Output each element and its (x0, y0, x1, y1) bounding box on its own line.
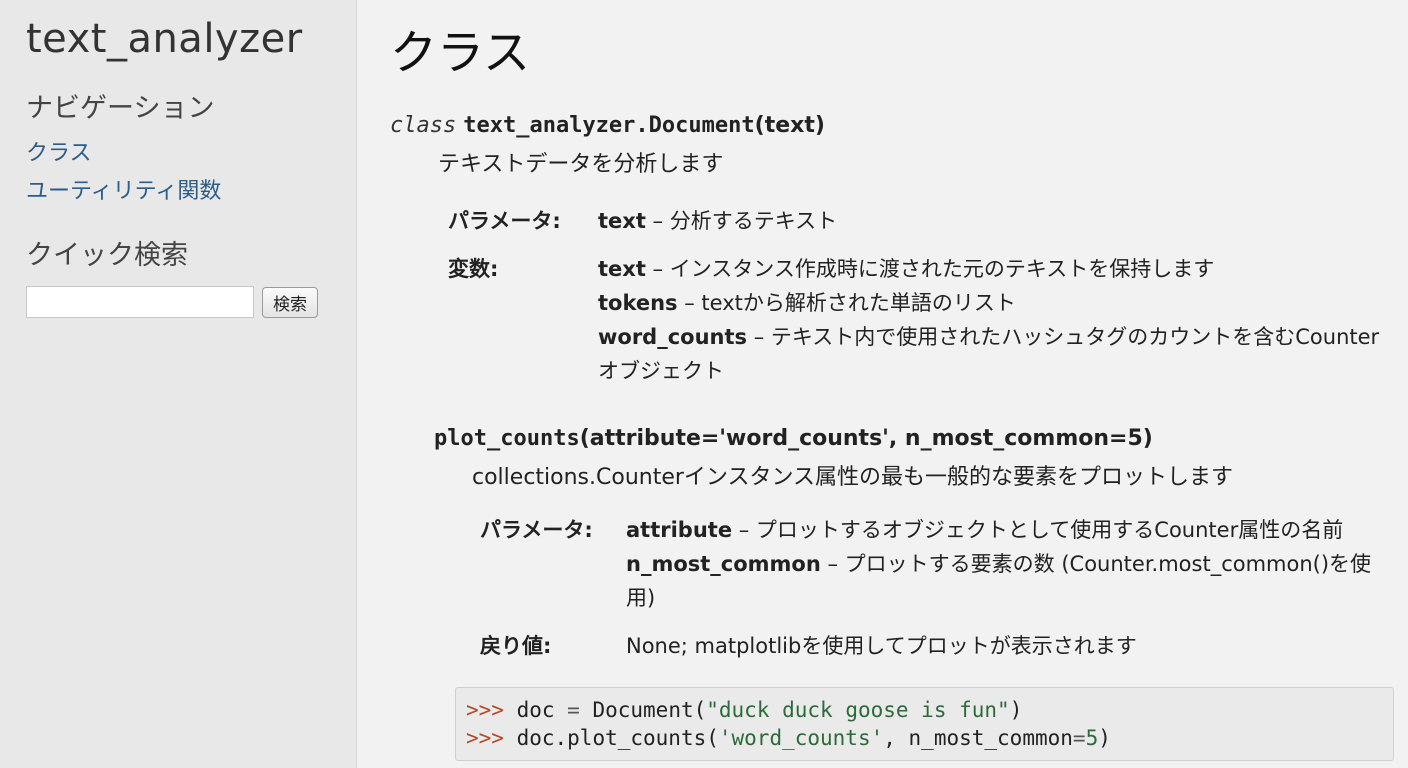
method-signature: plot_counts(attribute='word_counts', n_m… (434, 426, 1408, 451)
method-args: (attribute='word_counts', n_most_common=… (579, 426, 1153, 451)
vars-label: 変数: (448, 257, 499, 281)
method-params-label: パラメータ: (480, 518, 593, 542)
search-input[interactable] (26, 286, 254, 318)
nav-heading: ナビゲーション (26, 93, 215, 124)
method-description: collections.Counterインスタンス属性の最も一般的な要素をプロッ… (472, 465, 1234, 490)
class-keyword: class (390, 113, 457, 138)
code-text: ) (1098, 726, 1111, 750)
code-string: "duck duck goose is fun" (706, 698, 1010, 722)
code-prompt: >>> (466, 726, 504, 750)
var-item: tokens – textから解析された単語のリスト (598, 286, 1388, 320)
method-plot-counts: plot_counts(attribute='word_counts', n_m… (434, 426, 1408, 663)
var-name: word_counts (598, 325, 748, 349)
code-line: >>> doc = Document("duck duck goose is f… (466, 698, 1022, 722)
code-text: , n_most_common (883, 726, 1073, 750)
param-desc: – 分析するテキスト (645, 209, 838, 233)
var-desc: – インスタンス作成時に渡された元のテキストを保持します (645, 257, 1215, 281)
param-item: attribute – プロットするオブジェクトとして使用するCounter属性… (626, 513, 1384, 547)
code-line: >>> doc.plot_counts('word_counts', n_mos… (466, 726, 1111, 750)
var-item: text – インスタンス作成時に渡された元のテキストを保持します (598, 252, 1388, 286)
class-name: text_analyzer.Document (463, 113, 755, 138)
params-label: パラメータ: (448, 209, 561, 233)
sidebar: text_analyzer ナビゲーション クラス ユーティリティ関数 クイック… (0, 0, 357, 768)
var-name: tokens (598, 291, 678, 315)
code-number: 5 (1085, 726, 1099, 750)
class-vars-row: 変数: text – インスタンス作成時に渡された元のテキストを保持します to… (448, 238, 1388, 388)
code-operator: = (567, 698, 580, 722)
method-returns-row: 戻り値: None; matplotlibを使用してプロットが表示されます (480, 615, 1384, 663)
param-name: n_most_common (626, 552, 821, 576)
code-text: doc.plot_counts( (503, 726, 719, 750)
nav-item-classes: クラス (26, 135, 356, 167)
param-item: n_most_common – プロットする要素の数 (Counter.most… (626, 547, 1384, 615)
nav-list: クラス ユーティリティ関数 (26, 135, 356, 205)
class-args: (text) (754, 113, 825, 138)
vars-body: text – インスタンス作成時に渡された元のテキストを保持します tokens… (598, 238, 1388, 388)
returns-body: None; matplotlibを使用してプロットが表示されます (626, 634, 1137, 658)
nav-link-utilities[interactable]: ユーティリティ関数 (26, 179, 221, 204)
returns-label: 戻り値: (480, 634, 552, 658)
class-signature: class text_analyzer.Document(text) (390, 113, 1408, 138)
code-operator: = (1072, 726, 1086, 750)
param-name: text (598, 209, 646, 233)
nav-link-classes[interactable]: クラス (26, 141, 92, 166)
class-field-list: パラメータ: text – 分析するテキスト 変数: text – インスタンス… (448, 204, 1388, 388)
method-params-body: attribute – プロットするオブジェクトとして使用するCounter属性… (626, 513, 1384, 615)
code-text: Document( (579, 698, 707, 722)
project-title[interactable]: text_analyzer (26, 16, 356, 62)
param-desc: – プロットするオブジェクトとして使用するCounter属性の名前 (732, 518, 1344, 542)
param-item: text – 分析するテキスト (598, 204, 1388, 238)
code-example: >>> doc = Document("duck duck goose is f… (455, 687, 1394, 761)
param-name: attribute (626, 518, 733, 542)
var-item: word_counts – テキスト内で使用されたハッシュタグのカウントを含むC… (598, 320, 1388, 388)
var-desc: – textから解析された単語のリスト (677, 291, 1016, 315)
params-body: text – 分析するテキスト (598, 204, 1388, 238)
main-content: クラス class text_analyzer.Document(text) テ… (357, 0, 1408, 768)
page-title: クラス (390, 26, 531, 81)
search-form: 検索 (26, 286, 356, 318)
nav-item-utilities: ユーティリティ関数 (26, 173, 356, 205)
method-field-list: パラメータ: attribute – プロットするオブジェクトとして使用するCo… (480, 513, 1384, 663)
search-button[interactable]: 検索 (262, 286, 318, 318)
code-string: 'word_counts' (718, 726, 884, 750)
var-name: text (598, 257, 646, 281)
class-description: テキストデータを分析します (438, 152, 724, 177)
code-text: ) (1009, 698, 1023, 722)
class-params-row: パラメータ: text – 分析するテキスト (448, 204, 1388, 238)
docs-page: text_analyzer ナビゲーション クラス ユーティリティ関数 クイック… (0, 0, 1408, 768)
method-params-row: パラメータ: attribute – プロットするオブジェクトとして使用するCo… (480, 513, 1384, 615)
method-name: plot_counts (434, 426, 580, 451)
code-text: doc (503, 698, 568, 722)
code-prompt: >>> (466, 698, 504, 722)
search-heading: クイック検索 (26, 240, 188, 271)
